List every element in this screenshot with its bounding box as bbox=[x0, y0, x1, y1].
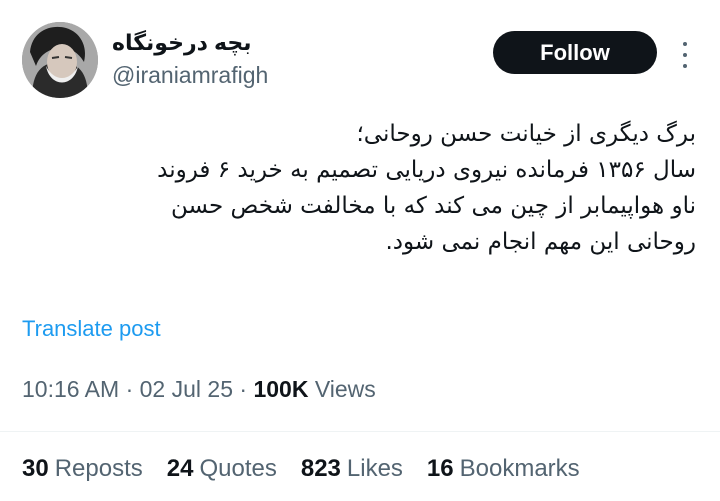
likes-stat[interactable]: 823 Likes bbox=[301, 455, 403, 483]
quotes-count: 24 bbox=[166, 455, 194, 482]
tweet-line: ناو هواپیمابر از چین می کند که با مخالفت… bbox=[170, 193, 696, 219]
likes-label: Likes bbox=[346, 455, 403, 482]
translate-post-link[interactable]: Translate post bbox=[22, 316, 161, 342]
avatar[interactable] bbox=[22, 22, 98, 98]
reposts-count: 30 bbox=[22, 455, 49, 482]
post-date[interactable]: 02 Jul 25 bbox=[140, 376, 233, 402]
divider bbox=[0, 431, 720, 432]
author-handle[interactable]: @iraniamrafigh bbox=[112, 62, 268, 89]
views-label: Views bbox=[308, 376, 376, 402]
author-display-name[interactable]: بچه درخونگاه bbox=[112, 30, 251, 56]
bookmarks-count: 16 bbox=[426, 455, 454, 482]
tweet-line: برگ دیگری از خیانت حسن روحانی؛ bbox=[356, 121, 697, 147]
bookmarks-stat[interactable]: 16 Bookmarks bbox=[427, 455, 580, 483]
quotes-label: Quotes bbox=[199, 455, 277, 482]
bookmarks-label: Bookmarks bbox=[459, 455, 580, 482]
engagement-stats: 30 Reposts 24 Quotes 823 Likes 16 Bookmarks bbox=[22, 455, 580, 483]
reposts-stat[interactable]: 30 Reposts bbox=[22, 455, 143, 483]
more-horizontal-icon[interactable] bbox=[674, 42, 696, 68]
tweet-line: روحانی این مهم انجام نمی شود. bbox=[385, 229, 696, 255]
post-time[interactable]: 10:16 AM bbox=[22, 376, 119, 402]
tweet-text: برگ دیگری از خیانت حسن روحانی؛ سال ۱۳۵۶ … bbox=[24, 116, 696, 260]
avatar-photo bbox=[22, 22, 98, 98]
tweet-line: سال ۱۳۵۶ فرمانده نیروی دریایی تصمیم به خ… bbox=[157, 157, 696, 183]
post-meta: 10:16 AM · 02 Jul 25 · 100K Views bbox=[22, 376, 376, 403]
follow-button[interactable]: Follow bbox=[493, 31, 657, 74]
meta-separator: · bbox=[233, 376, 254, 402]
quotes-stat[interactable]: 24 Quotes bbox=[167, 455, 277, 483]
meta-separator: · bbox=[119, 376, 140, 402]
reposts-label: Reposts bbox=[54, 455, 143, 482]
likes-count: 823 bbox=[300, 455, 341, 482]
views-count: 100K bbox=[253, 376, 309, 402]
